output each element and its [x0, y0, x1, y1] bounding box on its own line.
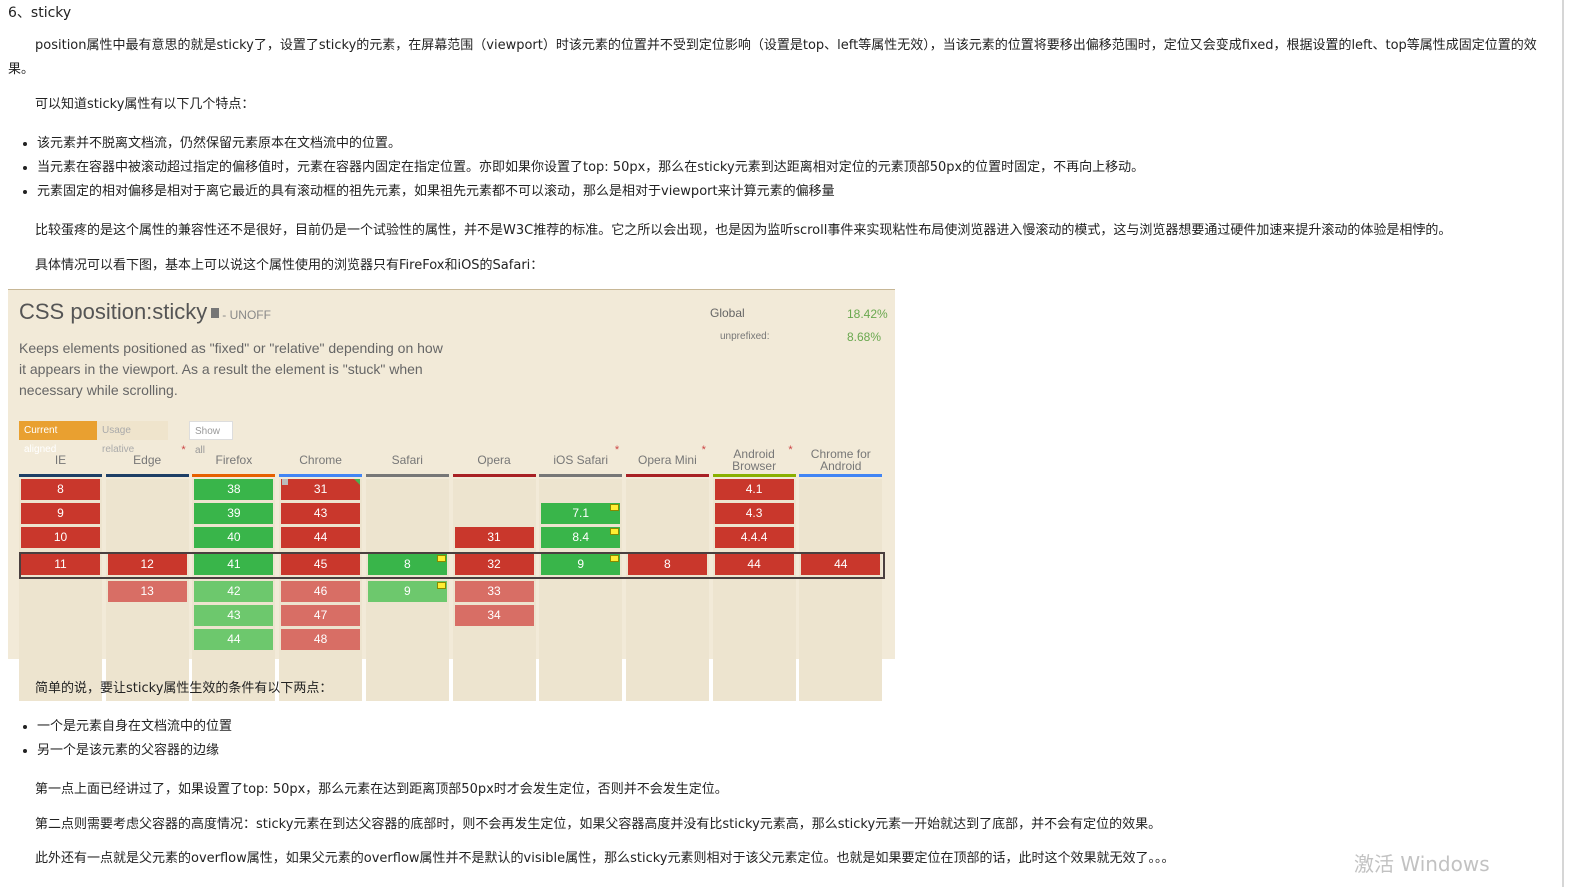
version-cell: 33 — [454, 581, 534, 602]
list-item: 一个是元素自身在文档流中的位置 — [37, 715, 232, 739]
version-cell: 44 — [194, 629, 274, 650]
browser-name: Safari — [391, 453, 423, 467]
browser-name: Firefox — [215, 453, 253, 467]
unprefixed-value: 8.68% — [847, 330, 882, 344]
current-aligned-button: Current aligned — [19, 421, 97, 455]
browser-column: iOS Safari * 7.1 8.4 9 — [539, 444, 623, 701]
usage-relative-button: Usage relative — [97, 421, 168, 455]
point2-paragraph: 第二点则需要考虑父容器的高度情况：sticky元素在到达父容器的底部时，则不会再… — [35, 817, 1162, 832]
unprefixed-label: unprefixed: — [720, 331, 770, 342]
page-scrollbar[interactable] — [1562, 0, 1564, 887]
global-value: 18.42% — [847, 307, 888, 321]
browser-column: Opera 31 32 33 34 — [452, 446, 536, 701]
version-cell: 46 — [281, 581, 361, 602]
browser-versions — [625, 479, 709, 701]
note-flag-icon — [610, 504, 620, 511]
version-cell: 8.4 — [541, 527, 621, 548]
list-item: 当元素在容器中被滚动超过指定的偏移值时，元素在容器内固定在指定位置。亦即如果你设… — [37, 156, 1144, 180]
compat-paragraph: 比较蛋疼的是这个属性的兼容性还不是很好，目前仍是一个试验性的属性，并不是W3C推… — [35, 223, 1452, 238]
caniuse-description: Keeps elements positioned as "fixed" or … — [19, 340, 443, 398]
conditions-list: 一个是元素自身在文档流中的位置 另一个是该元素的父容器的边缘 — [0, 715, 232, 763]
browser-name: IE — [54, 453, 67, 467]
version-cell: 7.1 — [541, 503, 621, 524]
version-cell: 43 — [281, 503, 361, 524]
features-intro: 可以知道sticky属性有以下几个特点： — [35, 97, 255, 112]
note-flag-icon — [436, 582, 446, 589]
version-cell: 9 — [21, 503, 100, 524]
browser-color-bar — [712, 474, 796, 477]
browser-color-bar — [539, 474, 623, 477]
list-item: 另一个是该元素的父容器的边缘 — [37, 739, 232, 763]
browser-name: iOS Safari * — [553, 444, 620, 467]
browser-name: Android Browser * — [732, 444, 793, 473]
version-cell: 4.1 — [714, 479, 794, 500]
conditions-intro: 简单的说，要让sticky属性生效的条件有以下两点： — [35, 681, 333, 696]
point1-paragraph: 第一点上面已经讲过了，如果设置了top: 50px，那么元素在达到距离顶部50p… — [35, 782, 728, 797]
browser-color-bar — [625, 474, 709, 477]
version-cell: 38 — [194, 479, 274, 500]
browser-column: Edge * 12 13 — [105, 444, 189, 701]
note-flag-icon — [610, 528, 620, 535]
browser-name: Opera Mini * — [638, 444, 706, 467]
browser-color-bar — [192, 474, 276, 477]
caniuse-status: - UNOFF — [222, 308, 271, 322]
prefix-corner-icon — [354, 479, 361, 485]
version-cell: 40 — [194, 527, 274, 548]
version-cell: 39 — [194, 503, 274, 524]
global-label: Global — [710, 306, 745, 320]
features-list: 该元素并不脱离文档流，仍然保留元素原本在文档流中的位置。 当元素在容器中被滚动超… — [0, 132, 1144, 204]
browser-column: Android Browser * 4.1 4.3 4.4.4 44 — [712, 444, 796, 701]
browser-color-bar — [799, 474, 883, 477]
note-asterisk: * — [701, 444, 706, 456]
list-item: 该元素并不脱离文档流，仍然保留元素原本在文档流中的位置。 — [37, 132, 1144, 156]
note-asterisk: * — [181, 444, 186, 456]
version-cell: 47 — [281, 605, 361, 626]
version-cell: 43 — [194, 605, 274, 626]
version-cell: 31 — [454, 527, 534, 548]
version-cell: 10 — [21, 527, 100, 548]
version-cell: 9 — [367, 581, 447, 602]
version-cell: 4.4.4 — [714, 527, 794, 548]
document-icon — [211, 308, 220, 319]
version-cell: 48 — [281, 629, 361, 650]
version-cell: 8 — [21, 479, 100, 500]
browser-column: Chrome 31 43 44 45 46 47 48 — [279, 446, 363, 701]
browser-column: Opera Mini * 8 — [625, 444, 709, 701]
current-version-row — [19, 552, 885, 579]
version-cell: 44 — [281, 527, 361, 548]
intro-paragraph: position属性中最有意思的就是sticky了，设置了sticky的元素，在… — [8, 38, 1537, 77]
browser-column: Safari 8 9 — [365, 446, 449, 701]
browser-column: Firefox 38 39 40 41 42 43 44 — [192, 446, 276, 701]
version-cell: 34 — [454, 605, 534, 626]
version-cell: 31 — [281, 479, 361, 500]
browser-name: Edge * — [133, 444, 186, 467]
windows-activation-watermark: 激活 Windows — [1354, 852, 1490, 876]
browser-color-bar — [105, 474, 189, 477]
list-item: 元素固定的相对偏移是相对于离它最近的具有滚动框的祖先元素，如果祖先元素都不可以滚… — [37, 180, 1144, 204]
browser-name: Chrome — [299, 453, 342, 467]
browser-versions — [799, 479, 883, 701]
note-asterisk: * — [614, 444, 620, 456]
browser-color-bar — [19, 474, 102, 477]
version-cell: 4.3 — [714, 503, 794, 524]
browser-color-bar — [365, 474, 449, 477]
caniuse-title: CSS position:sticky - UNOFF — [19, 299, 271, 324]
version-cell: 13 — [107, 581, 187, 602]
version-cell: 42 — [194, 581, 274, 602]
caniuse-image: CSS position:sticky - UNOFF Keeps element… — [8, 289, 895, 701]
show-all-button: Show all — [189, 421, 233, 456]
browser-column: IE 8 9 10 11 — [19, 446, 102, 701]
browser-name: Chrome for Android — [810, 447, 871, 473]
flag-icon — [282, 479, 289, 485]
browser-color-bar — [452, 474, 536, 477]
browser-color-bar — [279, 474, 363, 477]
browsers-paragraph: 具体情况可以看下图，基本上可以说这个属性使用的浏览器只有FireFox和iOS的… — [35, 258, 544, 273]
browser-name: Opera — [477, 453, 511, 467]
point3-paragraph: 此外还有一点就是父元素的overflow属性，如果父元素的overflow属性并… — [35, 851, 1175, 866]
browser-column: Chrome for Android 44 — [799, 446, 883, 701]
section-heading: 6、sticky — [8, 5, 72, 21]
note-asterisk: * — [788, 444, 793, 456]
